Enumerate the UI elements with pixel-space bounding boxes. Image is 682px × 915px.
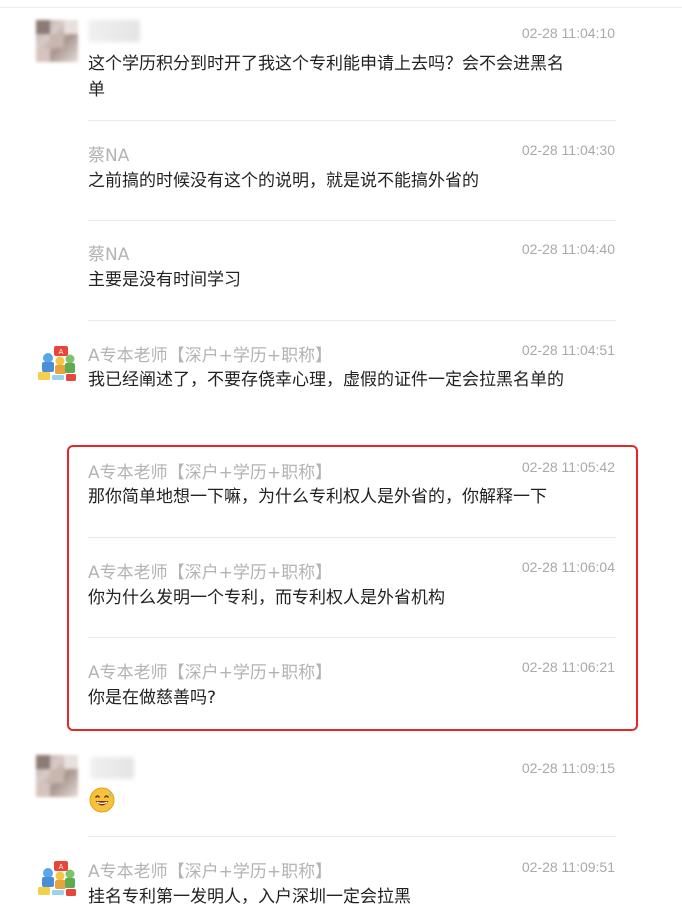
- message-time: 02-28 11:09:51: [521, 859, 615, 875]
- sender-name-redacted: [90, 757, 134, 779]
- sender-name: A专本老师【深户+学历+职称】: [88, 563, 333, 583]
- message-divider: [88, 637, 616, 638]
- message-divider: [88, 320, 616, 321]
- svg-text:A: A: [59, 348, 64, 356]
- sender-name: 蔡NA: [88, 245, 130, 265]
- message-time: 02-28 11:09:15: [521, 760, 615, 776]
- message-time: 02-28 11:04:10: [521, 25, 615, 41]
- message-divider: [88, 120, 616, 121]
- message-text: 你为什么发明一个专利，而专利权人是外省机构: [88, 588, 445, 608]
- message-time: 02-28 11:06:21: [521, 659, 615, 675]
- avatar[interactable]: [36, 20, 78, 62]
- message-text: 之前搞的时候没有这个的说明，就是说不能搞外省的: [88, 171, 479, 191]
- avatar[interactable]: [36, 755, 78, 797]
- teacher-avatar-icon[interactable]: A: [36, 342, 78, 384]
- sender-name-redacted: [88, 20, 140, 42]
- message-text: 我已经阐述了，不要存侥幸心理，虚假的证件一定会拉黑名单的: [88, 370, 564, 390]
- message-text: 主要是没有时间学习: [88, 270, 241, 290]
- message-time: 02-28 11:06:04: [521, 559, 615, 575]
- message-text: 挂名专利第一发明人，入户深圳一定会拉黑: [88, 887, 411, 907]
- message-time: 02-28 11:05:42: [521, 459, 615, 475]
- message-divider: [88, 836, 616, 837]
- message-divider: [88, 220, 616, 221]
- sender-name: A专本老师【深户+学历+职称】: [88, 663, 333, 683]
- message-text: 这个学历积分到时开了我这个专利能申请上去吗？会不会进黑名单: [88, 54, 564, 100]
- sender-name: A专本老师【深户+学历+职称】: [88, 463, 333, 483]
- grinning-sweat-emoji-icon: [88, 786, 116, 814]
- sender-name: A专本老师【深户+学历+职称】: [88, 346, 333, 366]
- message-text: 那你简单地想一下嘛，为什么专利权人是外省的，你解释一下: [88, 487, 547, 507]
- top-divider: [0, 7, 682, 8]
- svg-text:A: A: [59, 863, 64, 871]
- message-time: 02-28 11:04:30: [521, 142, 615, 158]
- message-time: 02-28 11:04:40: [521, 241, 615, 257]
- teacher-avatar-icon[interactable]: A: [36, 857, 78, 899]
- message-time: 02-28 11:04:51: [521, 342, 615, 358]
- sender-name: 蔡NA: [88, 146, 130, 166]
- message-text: 你是在做慈善吗?: [88, 688, 217, 708]
- sender-name: A专本老师【深户+学历+职称】: [88, 862, 333, 882]
- message-divider: [88, 537, 616, 538]
